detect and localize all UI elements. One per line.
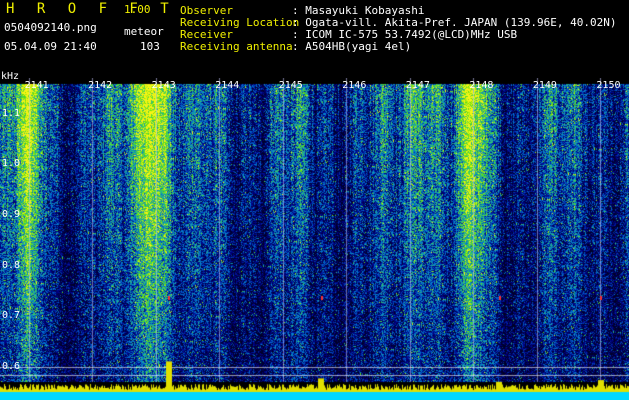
- y-tick-label: 0.9: [2, 208, 21, 220]
- x-tick-label: 2146: [342, 80, 367, 91]
- location-value: : Ogata-vill. Akita-Pref. JAPAN (139.96E…: [292, 16, 617, 29]
- observer-label: Observer: [180, 4, 233, 17]
- antenna-label: Receiving antenna: [180, 40, 293, 53]
- y-tick-label: 1.0: [2, 158, 21, 170]
- observer-value: : Masayuki Kobayashi: [292, 4, 425, 17]
- x-tick-label: 2142: [88, 80, 113, 91]
- file-name: 0504092140.png: [4, 21, 97, 34]
- app-version: 1.00: [124, 3, 151, 16]
- y-tick-label: 1.1: [2, 107, 21, 119]
- x-tick-label: 2149: [532, 80, 557, 91]
- location-label: Receiving Location: [180, 16, 300, 29]
- y-tick-label: 0.8: [2, 259, 21, 271]
- receiver-label: Receiver: [180, 28, 233, 41]
- x-tick-label: 2141: [24, 80, 49, 91]
- observation-mode: meteor: [124, 25, 164, 38]
- x-tick-label: 2145: [278, 80, 303, 91]
- y-tick-label: 0.6: [2, 360, 21, 372]
- hroffft-window: { "app": { "title": "H R O F F T", "vers…: [0, 0, 629, 400]
- y-axis-unit: kHz: [1, 71, 20, 82]
- y-tick-label: 0.7: [2, 310, 21, 322]
- x-tick-label: 2144: [215, 80, 240, 91]
- spectrogram-plot: [0, 78, 629, 400]
- antenna-value: : A504HB(yagi 4el): [292, 40, 412, 53]
- receiver-value: : ICOM IC-575 53.7492(@LCD)MHz USB: [292, 28, 518, 41]
- x-tick-label: 2143: [151, 80, 176, 91]
- observation-datetime: 05.04.09 21:40: [4, 40, 97, 53]
- x-tick-label: 2147: [405, 80, 430, 91]
- x-tick-label: 2148: [469, 80, 494, 91]
- x-tick-label: 2150: [596, 80, 621, 91]
- meteor-count: 103: [140, 40, 160, 53]
